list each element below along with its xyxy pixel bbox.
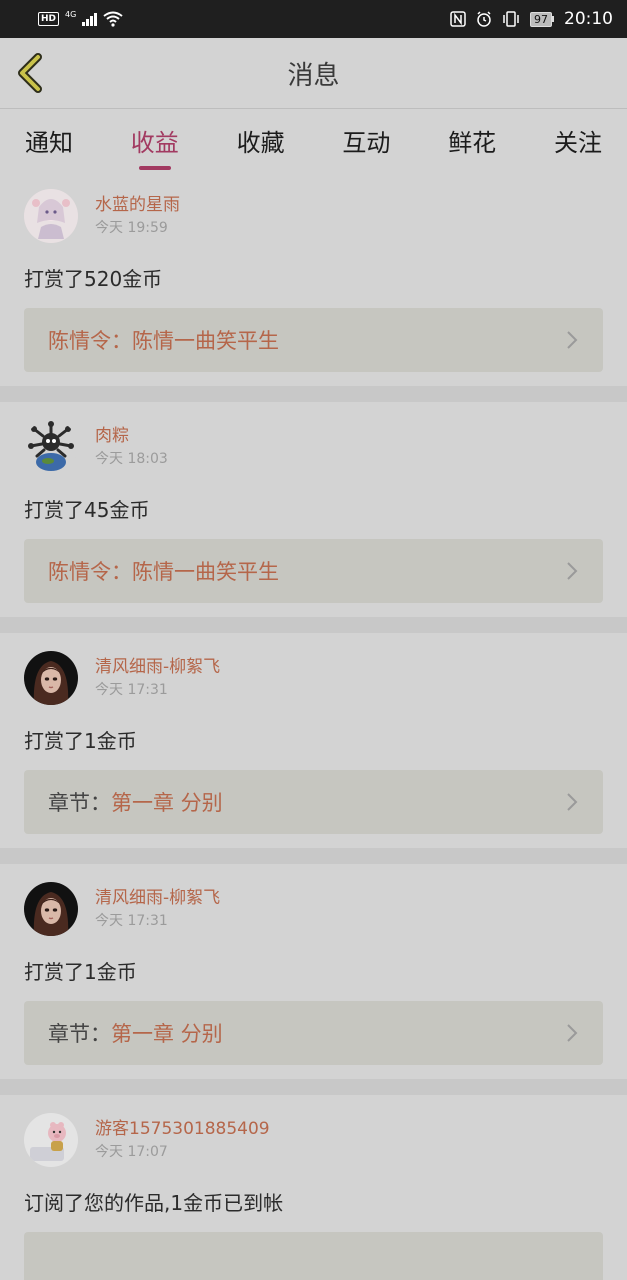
message-text: 打赏了45金币	[24, 498, 150, 522]
work-link-title: 第一章 分别	[111, 1022, 223, 1046]
work-link-title: 陈情一曲笑平生	[132, 560, 279, 584]
message-text: 订阅了您的作品,1金币已到帐	[24, 1191, 284, 1215]
work-link[interactable]: 陈情令： 陈情一曲笑平生	[24, 539, 603, 603]
timestamp: 今天 17:31	[95, 682, 168, 698]
status-bar: HD 4G 97 20:10	[0, 0, 627, 38]
chevron-right-icon	[567, 793, 578, 811]
battery-icon: 97	[530, 11, 554, 27]
list-item: 清风细雨-柳絮飞 今天 17:31 打赏了1金币 章节： 第一章 分别	[0, 864, 627, 1079]
work-link-title: 第一章 分别	[111, 791, 223, 815]
username[interactable]: 清风细雨-柳絮飞	[95, 656, 220, 678]
status-time: 20:10	[564, 9, 613, 29]
hd-indicator: HD	[38, 12, 60, 26]
work-link[interactable]: 陈情令： 陈情一曲笑平生	[24, 308, 603, 372]
work-link-label: 章节：	[48, 1022, 111, 1046]
username[interactable]: 清风细雨-柳絮飞	[95, 887, 220, 909]
app-header: 消息	[0, 38, 627, 109]
chevron-right-icon	[567, 562, 578, 580]
signal-icon	[82, 12, 98, 26]
back-button[interactable]	[10, 51, 54, 95]
list-item: 游客1575301885409 今天 17:07 订阅了您的作品,1金币已到帐	[0, 1095, 627, 1280]
page-title: 消息	[287, 60, 340, 91]
work-link-label: 陈情令：	[48, 329, 132, 353]
work-link[interactable]	[24, 1232, 603, 1280]
anime-girl-avatar[interactable]	[24, 189, 78, 243]
work-link[interactable]: 章节： 第一章 分别	[24, 770, 603, 834]
timestamp: 今天 17:07	[95, 1144, 168, 1160]
network-type: 4G	[65, 9, 77, 19]
tab-notifications[interactable]: 通知	[25, 123, 73, 158]
vibrate-icon	[503, 11, 519, 27]
timestamp: 今天 18:03	[95, 451, 168, 467]
work-link[interactable]: 章节： 第一章 分别	[24, 1001, 603, 1065]
tab-favorites[interactable]: 收藏	[237, 123, 285, 158]
earnings-list: 水蓝的星雨 今天 19:59 打赏了520金币 陈情令： 陈情一曲笑平生 肉粽 …	[0, 171, 627, 1280]
tab-interactions[interactable]: 互动	[342, 123, 390, 158]
tab-bar: 通知 收益 收藏 互动 鲜花 关注	[0, 109, 627, 171]
toy-pig-avatar[interactable]	[24, 1113, 78, 1167]
list-item: 清风细雨-柳絮飞 今天 17:31 打赏了1金币 章节： 第一章 分别	[0, 633, 627, 848]
work-link-title: 陈情一曲笑平生	[132, 329, 279, 353]
doll-girl-avatar[interactable]	[24, 882, 78, 936]
username[interactable]: 肉粽	[95, 425, 168, 447]
message-text: 打赏了1金币	[24, 960, 137, 984]
chevron-right-icon	[567, 331, 578, 349]
timestamp: 今天 17:31	[95, 913, 168, 929]
list-item: 水蓝的星雨 今天 19:59 打赏了520金币 陈情令： 陈情一曲笑平生	[0, 171, 627, 386]
tab-following[interactable]: 关注	[554, 123, 602, 158]
username[interactable]: 水蓝的星雨	[95, 194, 180, 216]
message-text: 打赏了520金币	[24, 267, 163, 291]
username[interactable]: 游客1575301885409	[95, 1118, 270, 1140]
tab-earnings[interactable]: 收益	[131, 123, 179, 170]
alarm-icon	[477, 11, 491, 27]
screen: HD 4G 97 20:10 消息 通知 收益 收藏 互动 鲜花 关注 水蓝的星…	[0, 0, 627, 1280]
wifi-icon	[103, 11, 123, 27]
chevron-right-icon	[567, 1024, 578, 1042]
timestamp: 今天 19:59	[95, 220, 168, 236]
nfc-icon	[450, 11, 466, 27]
work-link-label: 章节：	[48, 791, 111, 815]
doll-girl-avatar[interactable]	[24, 651, 78, 705]
battery-level: 97	[530, 11, 552, 27]
work-link-label: 陈情令：	[48, 560, 132, 584]
message-text: 打赏了1金币	[24, 729, 137, 753]
virus-globe-avatar[interactable]	[24, 420, 78, 474]
list-item: 肉粽 今天 18:03 打赏了45金币 陈情令： 陈情一曲笑平生	[0, 402, 627, 617]
tab-flowers[interactable]: 鲜花	[448, 123, 496, 158]
